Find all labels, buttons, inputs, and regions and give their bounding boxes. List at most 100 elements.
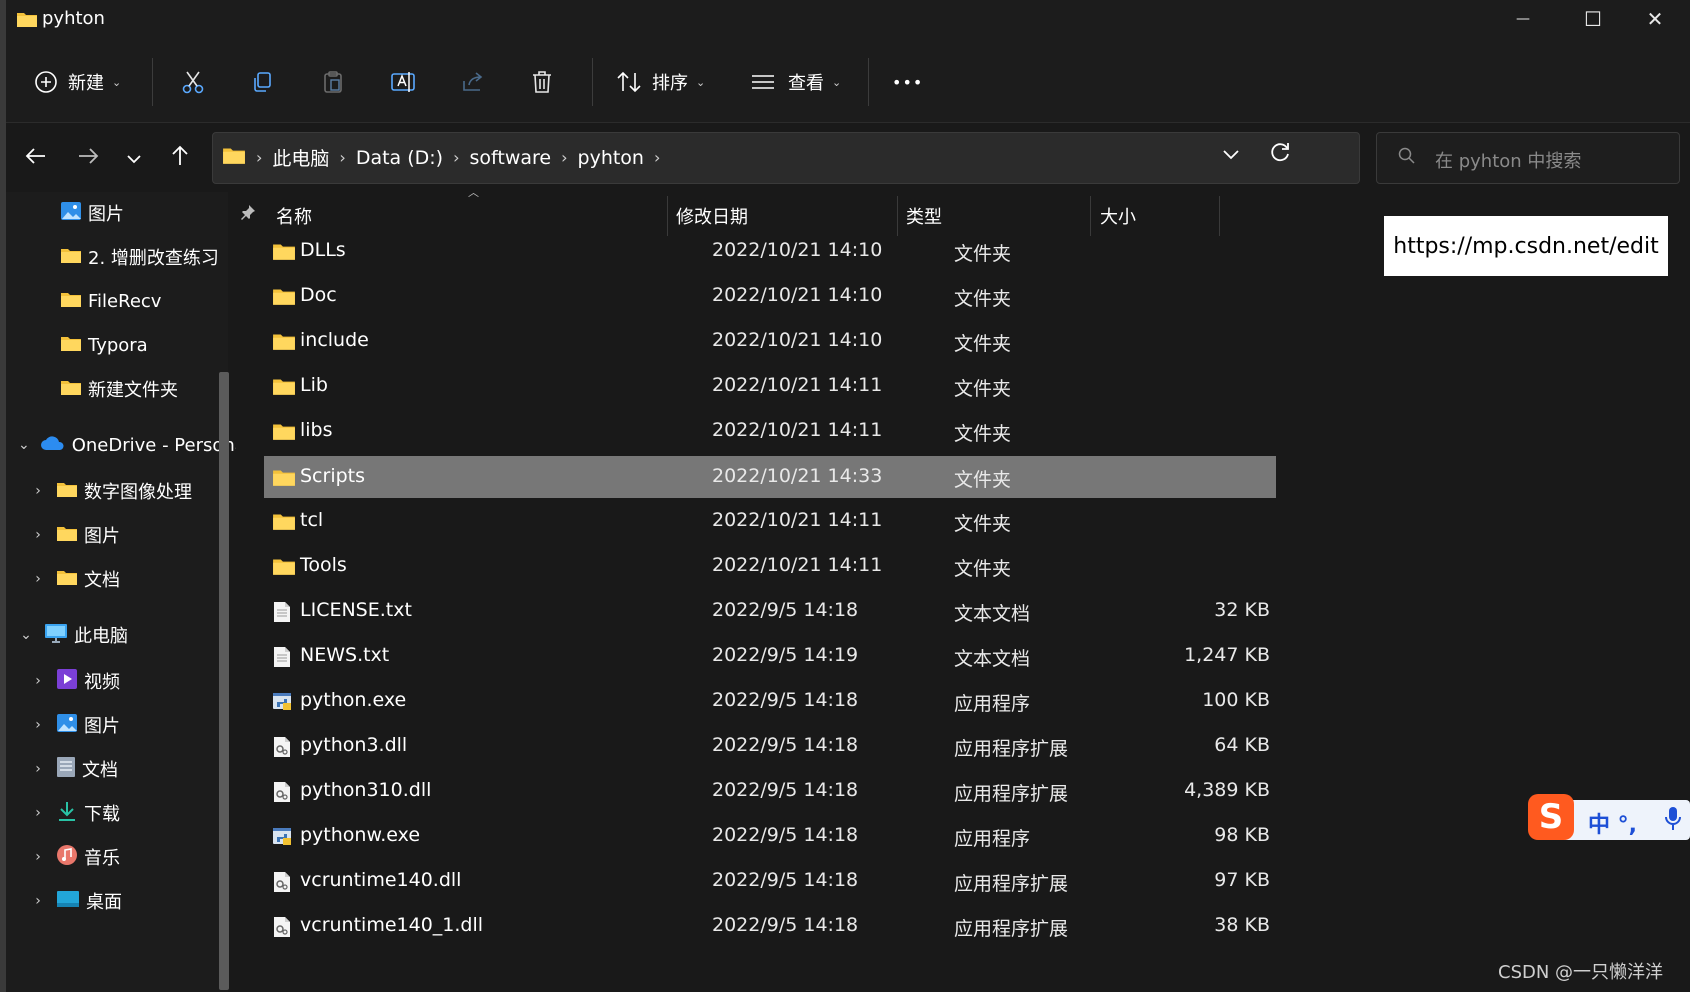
up-button[interactable]	[160, 140, 200, 176]
chevron-down-icon[interactable]: ⌄	[18, 437, 30, 453]
breadcrumb-drive[interactable]: Data (D:)	[356, 147, 443, 169]
delete-button[interactable]	[530, 62, 554, 102]
breadcrumb-pyhton[interactable]: pyhton	[578, 147, 644, 169]
sidebar-item-typora[interactable]: Typora	[6, 324, 278, 366]
refresh-button[interactable]	[1268, 140, 1292, 168]
address-history-button[interactable]	[1222, 146, 1240, 165]
arrow-up-icon	[170, 145, 190, 171]
chevron-right-icon[interactable]: ›	[453, 148, 459, 167]
folder-icon	[272, 286, 296, 310]
folder-icon	[272, 241, 296, 265]
file-date: 2022/9/5 14:19	[712, 644, 859, 666]
file-row[interactable]: Tools 2022/10/21 14:11 文件夹	[264, 545, 1276, 589]
back-button[interactable]	[16, 140, 56, 176]
documents-icon	[56, 756, 76, 783]
chevron-down-icon[interactable]: ⌄	[18, 627, 34, 643]
chevron-right-icon[interactable]: ›	[30, 571, 46, 587]
close-button[interactable]: ✕	[1620, 0, 1690, 38]
file-date: 2022/9/5 14:18	[712, 779, 859, 801]
forward-button[interactable]	[68, 140, 108, 176]
sidebar-item-onedrive-documents[interactable]: › 文档	[6, 558, 248, 600]
more-options-button[interactable]: •••	[892, 62, 923, 102]
python-exe-icon	[272, 691, 294, 717]
sidebar-item-digital-image[interactable]: › 数字图像处理	[6, 470, 248, 512]
folder-icon	[272, 331, 296, 355]
maximize-button[interactable]: ☐	[1558, 0, 1628, 38]
file-row[interactable]: python310.dll 2022/9/5 14:18 应用程序扩展 4,38…	[264, 770, 1276, 814]
sidebar-item-label: 2. 增删改查练习	[88, 248, 219, 269]
microphone-icon[interactable]	[1664, 806, 1682, 836]
paste-button[interactable]	[320, 62, 346, 102]
python-exe-icon	[272, 826, 294, 852]
file-row[interactable]: python3.dll 2022/9/5 14:18 应用程序扩展 64 KB	[264, 725, 1276, 769]
file-row[interactable]: vcruntime140_1.dll 2022/9/5 14:18 应用程序扩展…	[264, 905, 1276, 949]
sidebar-item-label: 此电脑	[74, 626, 128, 647]
file-row[interactable]: include 2022/10/21 14:10 文件夹	[264, 320, 1276, 364]
sogou-logo-icon[interactable]: S	[1528, 794, 1574, 840]
view-button[interactable]: 查看 ⌄	[750, 62, 841, 102]
recent-locations-button[interactable]	[114, 140, 154, 176]
file-name: vcruntime140_1.dll	[300, 914, 484, 936]
file-row[interactable]: libs 2022/10/21 14:11 文件夹	[264, 410, 1276, 454]
file-row[interactable]: pythonw.exe 2022/9/5 14:18 应用程序 98 KB	[264, 815, 1276, 859]
chevron-right-icon[interactable]: ›	[561, 148, 567, 167]
file-row-selected[interactable]: Scripts 2022/10/21 14:33 文件夹	[264, 456, 1276, 498]
sidebar-item-documents[interactable]: › 文档	[6, 748, 248, 790]
sidebar-item-pictures-quick[interactable]: 图片	[6, 192, 278, 234]
new-button[interactable]: 新建 ⌄	[34, 62, 121, 102]
sidebar-item-onedrive-pictures[interactable]: › 图片	[6, 514, 248, 556]
window-title: pyhton	[42, 8, 105, 29]
toolbar-divider	[152, 58, 153, 106]
chevron-right-icon[interactable]: ›	[30, 717, 46, 733]
sidebar-item-label: 音乐	[84, 848, 120, 869]
chevron-down-icon: ⌄	[112, 75, 122, 89]
sidebar-item-desktop[interactable]: › 桌面	[6, 880, 248, 922]
sidebar-item-this-pc[interactable]: ⌄ 此电脑	[6, 614, 236, 656]
share-button[interactable]	[460, 62, 486, 102]
file-row[interactable]: NEWS.txt 2022/9/5 14:19 文本文档 1,247 KB	[264, 635, 1276, 679]
file-row[interactable]: vcruntime140.dll 2022/9/5 14:18 应用程序扩展 9…	[264, 860, 1276, 904]
chevron-right-icon[interactable]: ›	[654, 148, 660, 167]
chevron-right-icon[interactable]: ›	[30, 527, 46, 543]
dll-file-icon	[272, 736, 292, 762]
minimize-button[interactable]: —	[1488, 0, 1558, 38]
chevron-right-icon[interactable]: ›	[30, 483, 46, 499]
breadcrumb-this-pc[interactable]: 此电脑	[272, 144, 329, 171]
file-row[interactable]: DLLs 2022/10/21 14:10 文件夹	[264, 230, 1276, 274]
sidebar-item-new-folder[interactable]: 新建文件夹	[6, 368, 278, 410]
file-row[interactable]: Lib 2022/10/21 14:11 文件夹	[264, 365, 1276, 409]
chevron-right-icon[interactable]: ›	[30, 805, 46, 821]
column-label: 类型	[906, 207, 942, 228]
sidebar-item-label: 图片	[84, 526, 120, 547]
chevron-right-icon[interactable]: ›	[30, 849, 46, 865]
sidebar-item-filerecv[interactable]: FileRecv	[6, 280, 278, 322]
copy-button[interactable]	[250, 62, 276, 102]
file-row[interactable]: LICENSE.txt 2022/9/5 14:18 文本文档 32 KB	[264, 590, 1276, 634]
sidebar-item-onedrive[interactable]: ⌄ OneDrive - Personal	[6, 424, 236, 466]
breadcrumb-software[interactable]: software	[470, 147, 552, 169]
rename-button[interactable]	[390, 62, 418, 102]
cut-icon	[180, 69, 206, 95]
chevron-right-icon[interactable]: ›	[30, 673, 46, 689]
ime-mode-indicator[interactable]: 中 °,	[1588, 807, 1637, 839]
chevron-right-icon[interactable]: ›	[339, 148, 345, 167]
cut-button[interactable]	[180, 62, 206, 102]
sidebar-item-videos[interactable]: › 视频	[6, 660, 248, 702]
chevron-right-icon[interactable]: ›	[30, 893, 46, 909]
rename-icon	[390, 69, 418, 95]
sidebar-item-pictures[interactable]: › 图片	[6, 704, 248, 746]
file-row[interactable]: python.exe 2022/9/5 14:18 应用程序 100 KB	[264, 680, 1276, 724]
sort-button[interactable]: 排序 ⌄	[616, 62, 705, 102]
chevron-right-icon[interactable]: ›	[30, 761, 46, 777]
sidebar-item-music[interactable]: › 音乐	[6, 836, 248, 878]
onedrive-icon	[40, 435, 66, 456]
file-name: include	[300, 329, 369, 351]
folder-icon	[60, 334, 82, 357]
file-row[interactable]: tcl 2022/10/21 14:11 文件夹	[264, 500, 1276, 544]
sidebar-item-crud-practice[interactable]: 2. 增删改查练习	[6, 236, 278, 278]
sidebar-scrollbar[interactable]	[219, 372, 229, 990]
file-row[interactable]: Doc 2022/10/21 14:10 文件夹	[264, 275, 1276, 319]
file-date: 2022/9/5 14:18	[712, 824, 859, 846]
sidebar-item-downloads[interactable]: › 下载	[6, 792, 248, 834]
text-file-icon	[272, 601, 292, 627]
